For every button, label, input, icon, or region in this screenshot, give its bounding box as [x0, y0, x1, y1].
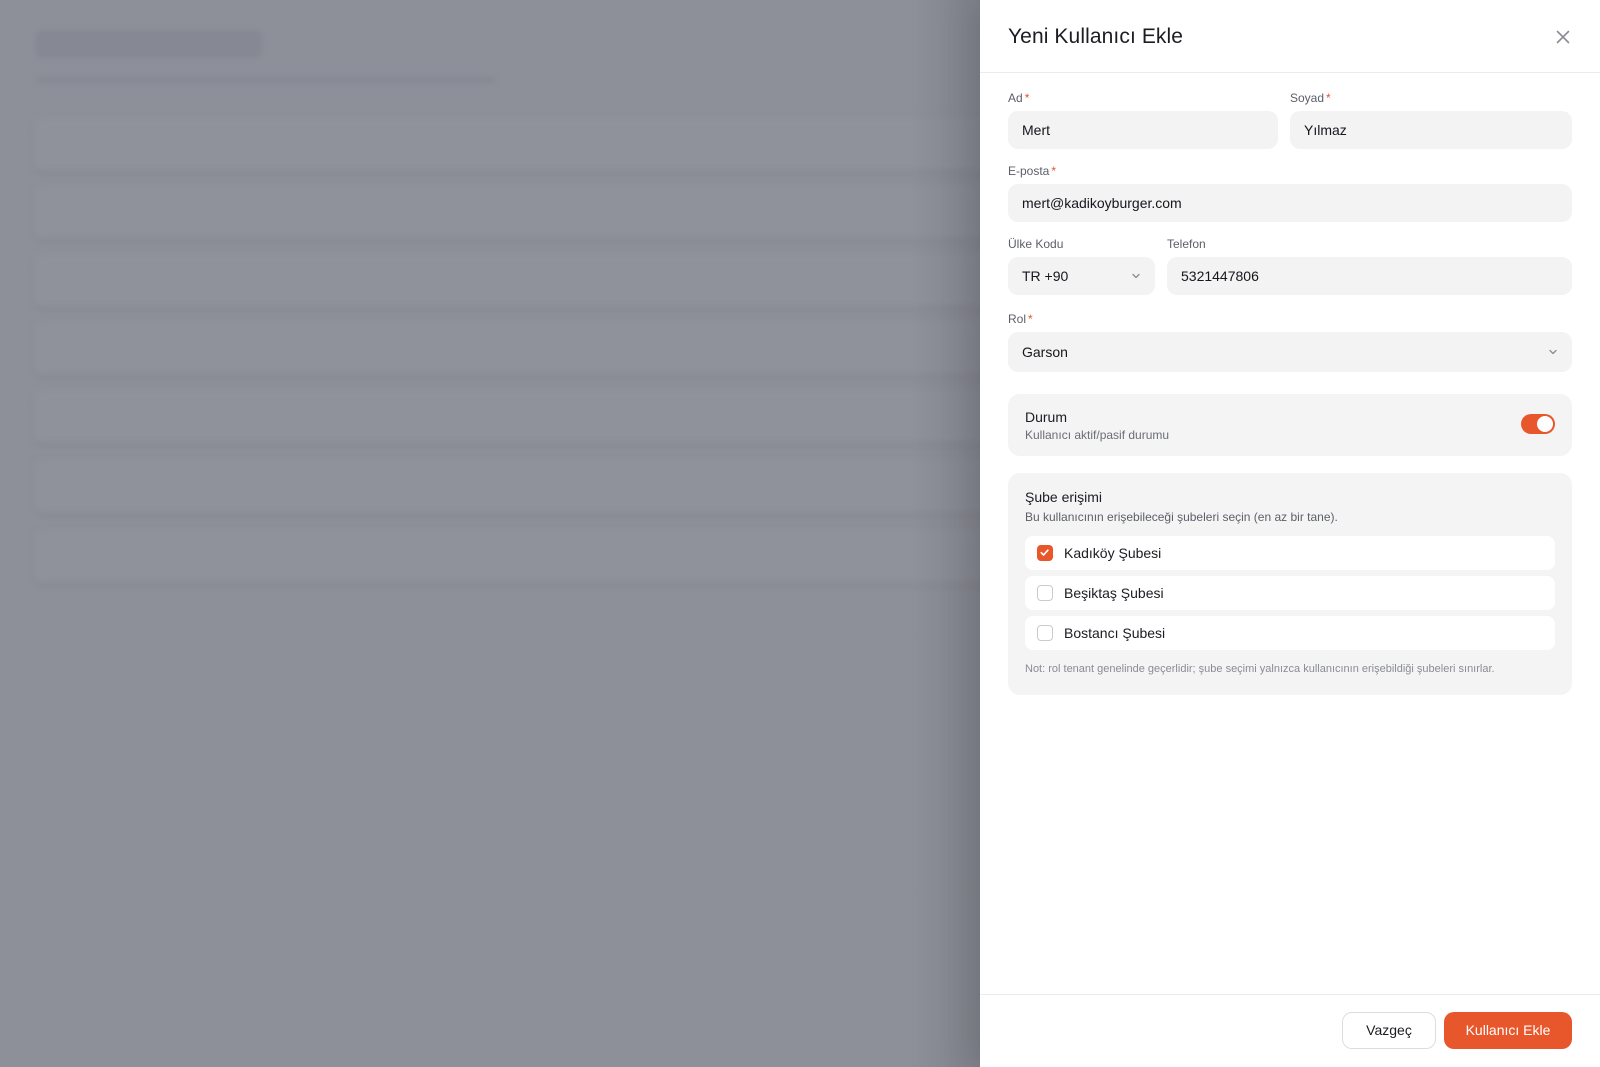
role-value: Garson: [1022, 344, 1068, 360]
background-row: [34, 390, 980, 442]
branch-label: Beşiktaş Şubesi: [1064, 585, 1164, 601]
phone-input[interactable]: 5321447806: [1167, 257, 1572, 295]
background-row: [34, 186, 980, 238]
drawer-shadow: [910, 0, 980, 1067]
role-label: Rol *: [1008, 312, 1033, 326]
cancel-button[interactable]: Vazgeç: [1342, 1012, 1436, 1049]
branch-access-note: Not: rol tenant genelinde geçerlidir; şu…: [1025, 663, 1495, 675]
first-name-label: Ad *: [1008, 91, 1030, 105]
country-code-select[interactable]: TR +90: [1008, 257, 1155, 295]
add-user-drawer: Yeni Kullanıcı Ekle Ad * Mert Soyad * Yılm…: [980, 0, 1600, 1067]
status-card: Durum Kullanıcı aktif/pasif durumu: [1008, 394, 1572, 456]
last-name-field: Soyad * Yılmaz: [1290, 91, 1572, 149]
last-name-input[interactable]: Yılmaz: [1290, 111, 1572, 149]
background-row: [34, 118, 980, 170]
status-title: Durum: [1025, 409, 1068, 425]
checkbox[interactable]: [1037, 625, 1053, 641]
status-subtitle: Kullanıcı aktif/pasif durumu: [1025, 428, 1170, 442]
drawer-title: Yeni Kullanıcı Ekle: [1008, 25, 1184, 48]
email-input[interactable]: mert@kadikoyburger.com: [1008, 184, 1572, 222]
background-row: [34, 460, 980, 512]
branch-access-title: Şube erişimi: [1025, 489, 1103, 505]
checkbox-checked[interactable]: [1037, 545, 1053, 561]
branch-item-besiktas[interactable]: Beşiktaş Şubesi: [1025, 576, 1555, 610]
background-row: [34, 530, 980, 582]
background-subtitle-placeholder: [36, 76, 496, 84]
branch-access-subtitle: Bu kullanıcının erişebileceği şubeleri s…: [1025, 510, 1338, 524]
branch-label: Bostancı Şubesi: [1064, 625, 1166, 641]
phone-field: Telefon 5321447806: [1167, 237, 1572, 295]
check-icon: [1040, 549, 1049, 556]
background-row: [34, 322, 980, 374]
drawer-header: Yeni Kullanıcı Ekle: [980, 0, 1600, 73]
add-user-button[interactable]: Kullanıcı Ekle: [1444, 1012, 1572, 1049]
email-label: E-posta *: [1008, 164, 1057, 178]
country-code-field: Ülke Kodu TR +90: [1008, 237, 1155, 295]
chevron-down-icon: [1132, 273, 1140, 279]
status-toggle[interactable]: [1521, 414, 1555, 434]
toggle-knob: [1537, 416, 1553, 432]
last-name-label: Soyad *: [1290, 91, 1331, 105]
background-row: [34, 254, 980, 306]
branch-access-card: Şube erişimi Bu kullanıcının erişebilece…: [1008, 473, 1572, 695]
country-code-label: Ülke Kodu: [1008, 237, 1064, 251]
role-select[interactable]: Garson: [1008, 332, 1572, 372]
branch-label: Kadıköy Şubesi: [1064, 545, 1162, 561]
email-field: E-posta * mert@kadikoyburger.com: [1008, 164, 1572, 222]
drawer-footer: Vazgeç Kullanıcı Ekle: [980, 994, 1600, 1067]
checkbox[interactable]: [1037, 585, 1053, 601]
phone-label: Telefon: [1167, 237, 1206, 251]
country-code-value: TR +90: [1022, 268, 1069, 284]
chevron-down-icon: [1549, 349, 1557, 355]
background-title-placeholder: [36, 30, 262, 58]
close-button[interactable]: [1554, 28, 1572, 46]
close-icon: [1556, 30, 1570, 44]
first-name-input[interactable]: Mert: [1008, 111, 1278, 149]
role-field: Rol * Garson: [1008, 312, 1572, 372]
background-page: [0, 0, 980, 1067]
branch-item-bostanci[interactable]: Bostancı Şubesi: [1025, 616, 1555, 650]
first-name-field: Ad * Mert: [1008, 91, 1278, 149]
branch-item-kadikoy[interactable]: Kadıköy Şubesi: [1025, 536, 1555, 570]
